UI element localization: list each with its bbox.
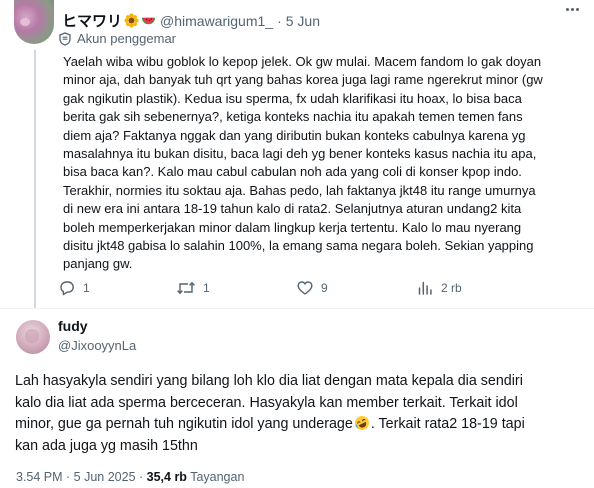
reply-text-line: gak ngikutin plastik). Kedua isu sperma,… (63, 90, 522, 106)
tweet-display-name[interactable]: fudy (58, 318, 88, 334)
thread-connector-line (34, 50, 36, 309)
tweet-text-line: kan ada juga yg masih 15thn (15, 437, 198, 454)
tweet-text-line: minor, gue ga pernah tuh ngikutin idol y… (15, 414, 585, 436)
fan-badge-icon (59, 31, 71, 46)
tweet-avatar[interactable] (16, 320, 50, 354)
like-count: 9 (321, 281, 328, 295)
tweet-text-segment: minor, gue ga pernah tuh ngikutin idol y… (15, 416, 353, 432)
fan-account-label: Akun penggemar (58, 31, 176, 46)
divider (0, 308, 594, 309)
reply-text-line: disitu jkt48 gabisa lo salahin 100%, la … (63, 238, 534, 254)
reply-text: Yaelah wiba wibu goblok lo kepop jelek. … (63, 53, 585, 274)
fan-account-text: Akun penggemar (77, 31, 177, 46)
tweet-handle[interactable]: @JixooyynLa (58, 338, 136, 353)
tweet-views-label: Tayangan (190, 470, 245, 484)
tweet-text-line: Lah hasyakyla sendiri yang bilang loh kl… (15, 373, 523, 389)
rolling-laughing-emoji (354, 416, 369, 430)
tweet-text-line: kalo dia liat ada sperma berceceran. Has… (15, 394, 518, 411)
views-button[interactable]: 2 rb (416, 279, 462, 297)
tweet-timestamp[interactable]: 3.54 PM · 5 Jun 2025 · (16, 470, 143, 484)
reply-text-line: diem aja? Faktanya nggak dan yang diribu… (63, 127, 526, 143)
repost-count: 1 (203, 281, 210, 295)
reply-text-line: boleh memperkerjakan minor dalam lingkup… (63, 219, 522, 235)
reply-time[interactable]: 5 Jun (286, 13, 320, 29)
reply-display-name[interactable]: ヒマワリ (62, 10, 122, 31)
heart-icon (297, 281, 313, 295)
like-button[interactable]: 9 (296, 279, 328, 297)
reply-text-line: masalahnya itu bukan disitu, baca lagi d… (63, 146, 537, 162)
repost-button[interactable]: 1 (176, 279, 210, 297)
reply-text-line: Yaelah wiba wibu goblok lo kepop jelek. … (63, 54, 542, 69)
reply-separator: · (277, 12, 282, 29)
reply-handle[interactable]: @himawarigum1_ (160, 13, 273, 29)
analytics-icon (418, 281, 432, 295)
tweet-views-number: 35,4 rb (146, 470, 187, 484)
tweet-meta: 3.54 PM · 5 Jun 2025 · 35,4 rb Tayangan (16, 470, 244, 484)
reply-count: 1 (83, 281, 90, 295)
reply-text-line: minor aja, dah banyak tuh qrt yang bahas… (63, 72, 543, 88)
parent-reply[interactable]: ヒマワリ @himawarigum1_ · 5 Jun Akun penggem… (0, 0, 594, 309)
watermelon-emoji (141, 17, 156, 25)
reply-action-bar: 1 1 9 2 rb (58, 279, 578, 299)
repost-icon (177, 281, 195, 295)
tweet-text: Lah hasyakyla sendiri yang bilang loh kl… (15, 371, 585, 457)
reply-header: ヒマワリ @himawarigum1_ · 5 Jun (62, 10, 320, 31)
reply-text-line: panjang gw. (63, 256, 133, 272)
reply-text-line: Terakhir, normies itu soktau aja. Bahas … (63, 182, 536, 198)
more-options-icon[interactable] (566, 8, 579, 11)
reply-avatar[interactable] (14, 0, 54, 44)
reply-text-line: di new era ini antara 18-19 tahun kalo d… (63, 201, 522, 217)
sunflower-emoji (124, 13, 139, 28)
reply-text-line: berita gak sih sebenernya?, ketiga konte… (63, 109, 523, 125)
reply-text-line: bisa baca kan?. Kalo mau cabul cabulan n… (63, 164, 522, 180)
views-count: 2 rb (441, 281, 462, 295)
comment-icon (60, 281, 74, 296)
reply-button[interactable]: 1 (58, 279, 90, 297)
tweet-text-segment: . Terkait rata2 18-19 tapi (370, 416, 525, 432)
